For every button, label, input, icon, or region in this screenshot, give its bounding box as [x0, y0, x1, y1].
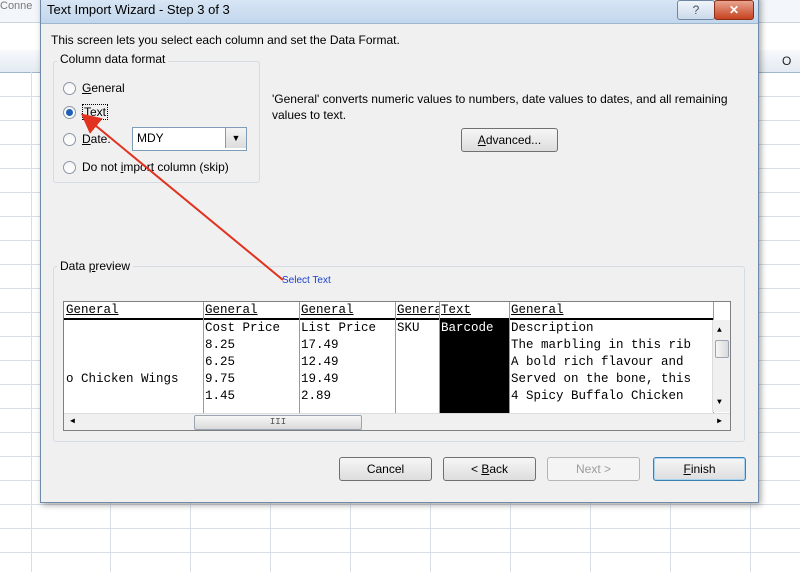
- preview-column-format-header[interactable]: General: [64, 302, 203, 320]
- scroll-right-icon[interactable]: ▶: [717, 416, 722, 426]
- preview-cell: 6.25: [205, 355, 236, 369]
- preview-cell: 8.25: [205, 338, 236, 352]
- preview-column-2[interactable]: General Cost Price 8.25 6.25 9.75 1.45: [203, 302, 300, 414]
- radio-general[interactable]: General: [63, 80, 125, 96]
- preview-cell: SKU: [397, 321, 420, 335]
- scroll-down-icon[interactable]: ▼: [717, 398, 722, 407]
- radio-date-label: Date:: [82, 132, 111, 146]
- chevron-down-icon[interactable]: ▼: [225, 128, 246, 148]
- preview-column-format-header[interactable]: General: [299, 302, 395, 320]
- horizontal-scroll-thumb[interactable]: III: [194, 415, 362, 430]
- radio-circle-skip[interactable]: [63, 160, 76, 174]
- radio-text-label: Text: [82, 104, 109, 120]
- preview-cell: [395, 388, 439, 405]
- preview-cell: [439, 388, 509, 405]
- dialog-content: This screen lets you select each column …: [41, 24, 758, 502]
- preview-column-3[interactable]: General List Price 17.49 12.49 19.49 2.89: [299, 302, 396, 414]
- preview-cell: Description: [511, 321, 594, 335]
- column-format-legend: Column data format: [57, 52, 169, 66]
- column-header-o[interactable]: O: [782, 54, 791, 68]
- vertical-scroll-thumb[interactable]: [715, 340, 729, 358]
- grid-column-line: [31, 72, 32, 572]
- radio-skip-label: Do not import column (skip): [82, 160, 229, 174]
- preview-column-1[interactable]: General o Chicken Wings: [64, 302, 204, 414]
- date-format-value: MDY: [137, 131, 164, 145]
- data-preview-grid[interactable]: General Description The marbling in this r…: [63, 301, 731, 431]
- preview-cell: 1.45: [205, 389, 236, 403]
- preview-cell: [395, 354, 439, 371]
- radio-circle-date[interactable]: [63, 132, 76, 146]
- preview-cell: [395, 371, 439, 388]
- cancel-button[interactable]: Cancel: [339, 457, 432, 481]
- instruction-text: This screen lets you select each column …: [51, 33, 400, 47]
- radio-general-label: General: [82, 81, 125, 95]
- preview-cell: 9.75: [205, 372, 236, 386]
- preview-cell: [439, 354, 509, 371]
- preview-cell: List Price: [301, 321, 377, 335]
- preview-column-format-header[interactable]: General: [203, 302, 299, 320]
- preview-cell: 2.89: [301, 389, 332, 403]
- radio-text[interactable]: Text: [63, 104, 109, 120]
- preview-cell: 12.49: [301, 355, 339, 369]
- data-preview-legend: Data preview: [57, 259, 134, 273]
- preview-column-format-header[interactable]: General: [509, 302, 713, 320]
- grid-row-line: [0, 528, 800, 529]
- preview-cell: A bold rich flavour and: [511, 355, 684, 369]
- preview-cell: 19.49: [301, 372, 339, 386]
- preview-cell: Barcode: [439, 320, 509, 337]
- text-import-wizard-dialog: Text Import Wizard - Step 3 of 3 ? ✕ Thi…: [40, 0, 759, 503]
- preview-cell: The marbling in this rib: [511, 338, 692, 352]
- close-button[interactable]: ✕: [714, 0, 754, 20]
- preview-cell: 4 Spicy Buffalo Chicken: [511, 389, 684, 403]
- preview-cell: [439, 337, 509, 354]
- help-button[interactable]: ?: [677, 0, 715, 20]
- preview-column-6[interactable]: General Description The marbling in this r…: [509, 302, 714, 414]
- preview-vertical-scrollbar[interactable]: ▲ ▼: [712, 320, 730, 412]
- scroll-left-icon[interactable]: ◀: [70, 416, 75, 426]
- date-format-select[interactable]: MDY ▼: [132, 127, 247, 151]
- preview-cell: [64, 354, 203, 371]
- radio-date[interactable]: Date:: [63, 131, 111, 147]
- preview-horizontal-scrollbar[interactable]: ◀ III ▶: [64, 413, 730, 430]
- preview-cell: Served on the bone, this: [511, 372, 692, 386]
- preview-cell: o Chicken Wings: [66, 372, 179, 386]
- title-bar: Text Import Wizard - Step 3 of 3 ? ✕: [41, 0, 758, 24]
- grid-row-line: [0, 552, 800, 553]
- finish-button[interactable]: Finish: [653, 457, 746, 481]
- preview-column-5[interactable]: Text Barcode: [439, 302, 510, 414]
- preview-cell: 17.49: [301, 338, 339, 352]
- radio-skip-column[interactable]: Do not import column (skip): [63, 159, 229, 175]
- preview-cell: Cost Price: [205, 321, 281, 335]
- preview-column-format-header[interactable]: Text: [439, 302, 509, 320]
- preview-cell: [64, 337, 203, 354]
- general-explanation: 'General' converts numeric values to num…: [272, 92, 728, 122]
- scroll-up-icon[interactable]: ▲: [717, 326, 722, 335]
- preview-column-format-header[interactable]: General: [395, 302, 439, 320]
- preview-column-4[interactable]: GeneralSKU: [395, 302, 440, 414]
- advanced-button[interactable]: Advanced...: [461, 128, 558, 152]
- preview-cell: [439, 371, 509, 388]
- back-button[interactable]: < Back: [443, 457, 536, 481]
- preview-cell: [64, 320, 203, 337]
- connections-label: Conne: [0, 0, 33, 12]
- next-button[interactable]: Next >: [547, 457, 640, 481]
- select-text-annotation: Select Text: [282, 275, 331, 286]
- radio-circle-text[interactable]: [63, 105, 76, 119]
- radio-circle-general[interactable]: [63, 81, 76, 95]
- dialog-title: Text Import Wizard - Step 3 of 3: [47, 2, 230, 17]
- preview-cell: [395, 337, 439, 354]
- grid-row-line: [0, 504, 800, 505]
